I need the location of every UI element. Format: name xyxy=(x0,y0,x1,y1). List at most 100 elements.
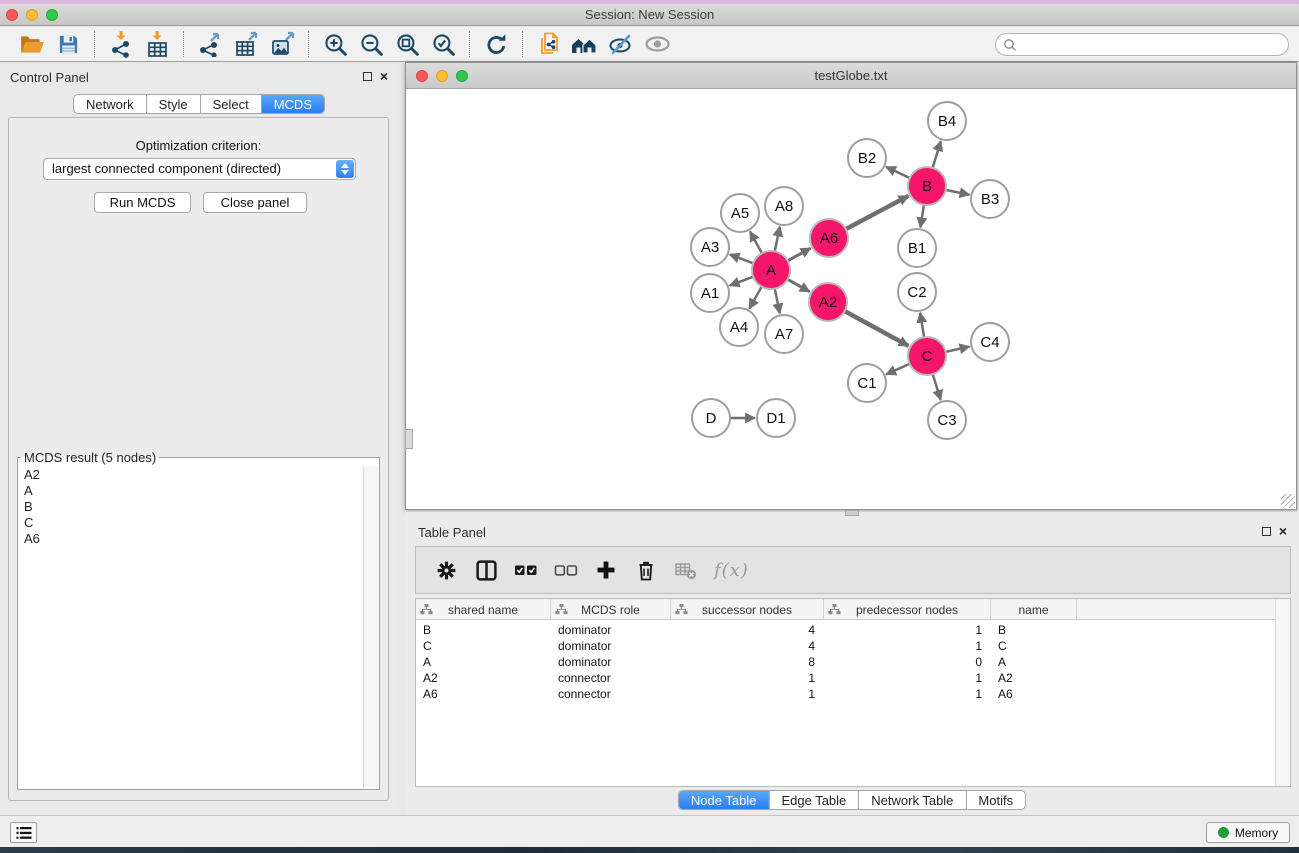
graph-node-B2[interactable]: B2 xyxy=(848,139,886,177)
optimization-criterion-dropdown[interactable]: largest connected component (directed) xyxy=(43,158,356,180)
graph-node-C[interactable]: C xyxy=(908,337,946,375)
network-window-titlebar[interactable]: testGlobe.txt xyxy=(406,63,1296,89)
tab-motifs[interactable]: Motifs xyxy=(966,791,1025,809)
table-cell[interactable]: dominator xyxy=(551,638,671,654)
graph-edge-B-B3[interactable] xyxy=(946,190,970,195)
table-cell[interactable]: dominator xyxy=(551,622,671,638)
table-cell[interactable]: A2 xyxy=(416,670,551,686)
search-input[interactable] xyxy=(1017,34,1288,55)
panel-collapse-handle[interactable] xyxy=(405,429,413,449)
graph-edge-A2-C[interactable] xyxy=(845,311,909,346)
select-all-columns-button[interactable] xyxy=(508,553,544,587)
mcds-result-list[interactable]: A2ABCA6 xyxy=(20,467,361,787)
graph-edge-B-B1[interactable] xyxy=(920,205,924,228)
import-table-button[interactable] xyxy=(139,29,175,59)
graph-edge-A-A4[interactable] xyxy=(749,287,761,309)
column-header-shared-name[interactable]: shared name xyxy=(416,599,551,620)
table-cell[interactable]: connector xyxy=(551,670,671,686)
resize-grip[interactable] xyxy=(1281,494,1295,508)
result-list-item[interactable]: A2 xyxy=(24,467,361,483)
table-settings-button[interactable] xyxy=(428,553,464,587)
import-network-button[interactable] xyxy=(103,29,139,59)
graph-node-D[interactable]: D xyxy=(692,399,730,437)
graph-node-B4[interactable]: B4 xyxy=(928,102,966,140)
tab-mcds[interactable]: MCDS xyxy=(262,95,324,113)
graph-node-A1[interactable]: A1 xyxy=(691,274,729,312)
table-cell[interactable]: C xyxy=(416,638,551,654)
memory-button[interactable]: Memory xyxy=(1206,822,1290,843)
graph-node-C2[interactable]: C2 xyxy=(898,273,936,311)
column-header-MCDS-role[interactable]: MCDS role xyxy=(551,599,671,620)
close-panel-button[interactable]: Close panel xyxy=(203,192,307,213)
duplicate-network-button[interactable] xyxy=(531,29,567,59)
graph-edge-C-C2[interactable] xyxy=(920,313,924,337)
table-cell[interactable]: 1 xyxy=(824,622,991,638)
show-graphics-button[interactable] xyxy=(639,29,675,59)
delete-table-button[interactable] xyxy=(668,553,704,587)
table-cell[interactable]: 1 xyxy=(824,686,991,702)
export-image-button[interactable] xyxy=(264,29,300,59)
export-network-button[interactable] xyxy=(192,29,228,59)
column-header-name[interactable]: name xyxy=(991,599,1077,620)
table-cell[interactable]: B xyxy=(416,622,551,638)
create-column-button[interactable] xyxy=(588,553,624,587)
function-builder-button[interactable]: f(x) xyxy=(708,553,755,587)
result-list-item[interactable]: C xyxy=(24,515,361,531)
table-row[interactable]: Adominator80A xyxy=(416,654,1275,670)
open-session-button[interactable] xyxy=(14,29,50,59)
network-minimize-button[interactable] xyxy=(436,70,448,82)
close-panel-icon[interactable]: × xyxy=(380,71,388,81)
graph-edge-C-C4[interactable] xyxy=(946,347,970,352)
table-row[interactable]: Cdominator41C xyxy=(416,638,1275,654)
zoom-out-button[interactable] xyxy=(353,29,389,59)
graph-edge-C-C1[interactable] xyxy=(886,364,910,375)
graph-node-A3[interactable]: A3 xyxy=(691,228,729,266)
search-field[interactable] xyxy=(995,33,1289,56)
graph-edge-A-A3[interactable] xyxy=(730,254,754,263)
graph-node-A2[interactable]: A2 xyxy=(809,283,847,321)
table-scrollbar[interactable] xyxy=(1275,599,1290,786)
tab-network-table[interactable]: Network Table xyxy=(859,791,966,809)
column-header-predecessor-nodes[interactable]: predecessor nodes xyxy=(824,599,991,620)
export-table-button[interactable] xyxy=(228,29,264,59)
graph-edge-B-B4[interactable] xyxy=(933,141,941,168)
graph-node-A5[interactable]: A5 xyxy=(721,194,759,232)
graph-edge-B-B2[interactable] xyxy=(886,167,910,178)
zoom-in-button[interactable] xyxy=(317,29,353,59)
table-cell[interactable]: 1 xyxy=(824,670,991,686)
tab-node-table[interactable]: Node Table xyxy=(679,791,770,809)
save-session-button[interactable] xyxy=(50,29,86,59)
hide-annotations-button[interactable] xyxy=(603,29,639,59)
zoom-window-button[interactable] xyxy=(46,9,58,21)
refresh-layout-button[interactable] xyxy=(478,29,514,59)
graph-node-A[interactable]: A xyxy=(752,251,790,289)
table-cell[interactable]: A2 xyxy=(991,670,1077,686)
table-cell[interactable]: 1 xyxy=(671,686,824,702)
graph-edge-A-A6[interactable] xyxy=(788,248,811,261)
zoom-selected-button[interactable] xyxy=(425,29,461,59)
float-table-panel-icon[interactable] xyxy=(1262,527,1271,536)
table-cell[interactable]: A6 xyxy=(416,686,551,702)
graph-edge-A-A7[interactable] xyxy=(775,289,780,314)
graph-edge-A-A8[interactable] xyxy=(775,227,780,252)
deselect-all-columns-button[interactable] xyxy=(548,553,584,587)
tab-network[interactable]: Network xyxy=(74,95,147,113)
graph-node-A4[interactable]: A4 xyxy=(720,308,758,346)
graph-edge-A6-B[interactable] xyxy=(846,196,909,229)
table-row[interactable]: Bdominator41B xyxy=(416,622,1275,638)
graph-node-A7[interactable]: A7 xyxy=(765,315,803,353)
run-mcds-button[interactable]: Run MCDS xyxy=(94,192,191,213)
graph-node-B1[interactable]: B1 xyxy=(898,229,936,267)
table-cell[interactable]: 0 xyxy=(824,654,991,670)
table-cell[interactable]: 1 xyxy=(671,670,824,686)
table-row[interactable]: A2connector11A2 xyxy=(416,670,1275,686)
table-cell[interactable]: 4 xyxy=(671,638,824,654)
graph-node-B[interactable]: B xyxy=(908,167,946,205)
minimize-window-button[interactable] xyxy=(26,9,38,21)
graph-node-C4[interactable]: C4 xyxy=(971,323,1009,361)
graph-node-D1[interactable]: D1 xyxy=(757,399,795,437)
graph-edge-C-C3[interactable] xyxy=(933,374,941,400)
graph-node-B3[interactable]: B3 xyxy=(971,180,1009,218)
table-cell[interactable]: connector xyxy=(551,686,671,702)
network-canvas[interactable]: B4B2BB3A5A8A6B1A3AA1C2A2A4A7C4CC1C3DD1 xyxy=(406,89,1296,509)
